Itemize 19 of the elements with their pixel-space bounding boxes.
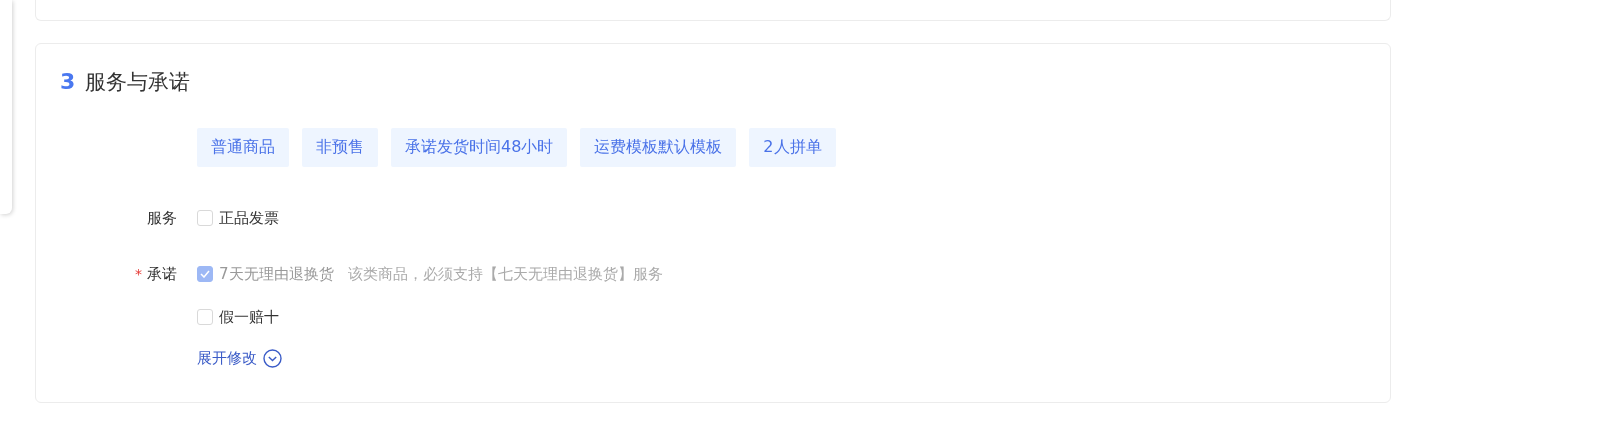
tag: 承诺发货时间48小时 bbox=[391, 128, 568, 167]
field-label: 服务 bbox=[147, 208, 177, 228]
expand-link[interactable]: 展开修改 bbox=[197, 349, 257, 368]
section-title: 服务与承诺 bbox=[85, 69, 191, 96]
checkbox-label: 正品发票 bbox=[219, 208, 279, 228]
chevron-down-icon[interactable] bbox=[263, 349, 282, 368]
field-label: 承诺 bbox=[147, 264, 177, 284]
tag: 普通商品 bbox=[197, 128, 289, 167]
checkbox-label: 7天无理由退换货 bbox=[219, 264, 334, 284]
required-mark: * bbox=[135, 266, 142, 282]
check-icon bbox=[200, 270, 210, 278]
checkbox[interactable] bbox=[197, 210, 213, 226]
section-number: 3 bbox=[60, 69, 76, 94]
checkbox[interactable] bbox=[197, 309, 213, 325]
tag: 2人拼单 bbox=[749, 128, 836, 167]
tag: 运费模板默认模板 bbox=[580, 128, 737, 167]
hint-text: 该类商品，必须支持【七天无理由退换货】服务 bbox=[347, 264, 663, 284]
tag: 非预售 bbox=[302, 128, 378, 167]
checkbox-label: 假一赔十 bbox=[219, 307, 279, 327]
